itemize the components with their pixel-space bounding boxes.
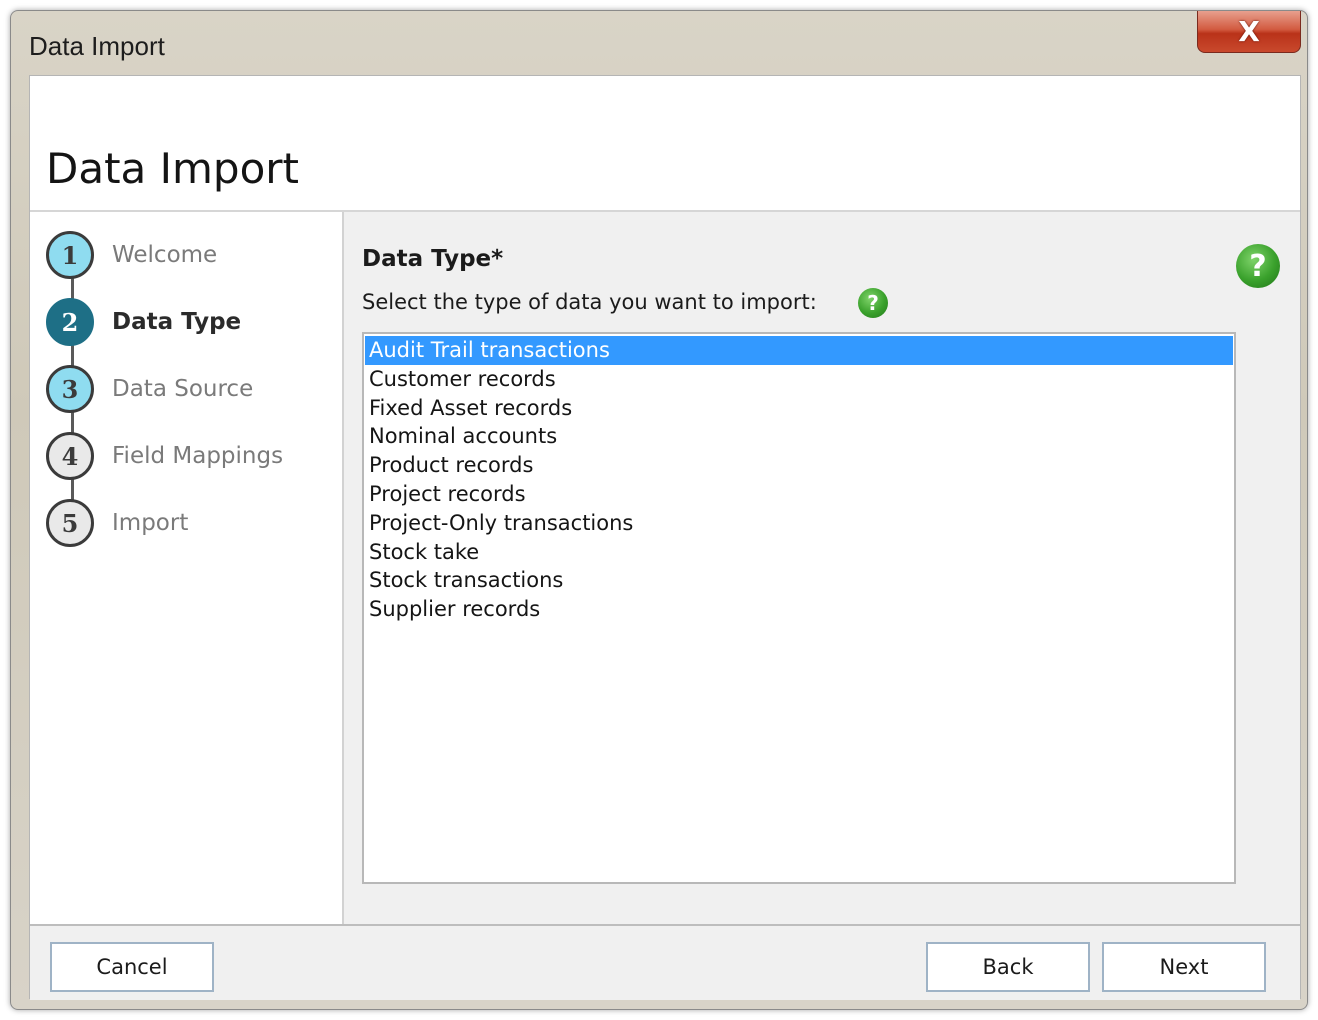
list-item[interactable]: Fixed Asset records	[365, 394, 1233, 423]
data-type-listbox[interactable]: Audit Trail transactions Customer records…	[362, 332, 1236, 884]
data-type-description: Select the type of data you want to impo…	[362, 290, 817, 314]
wizard-footer: Cancel Back Next	[30, 924, 1300, 1000]
step-label: Data Type	[112, 309, 242, 335]
list-item[interactable]: Stock take	[365, 538, 1233, 567]
step-number-badge: 2	[46, 298, 94, 346]
step-number-badge: 3	[46, 365, 94, 413]
page-help-icon[interactable]: ?	[1236, 244, 1280, 288]
data-import-window: Data Import X Data Import 1 Welcome 2 Da…	[10, 10, 1308, 1010]
step-label: Data Source	[112, 376, 254, 402]
list-item[interactable]: Stock transactions	[365, 566, 1233, 595]
page-title: Data Import	[46, 144, 300, 193]
back-button[interactable]: Back	[926, 942, 1090, 992]
wizard-header: Data Import	[30, 76, 1300, 212]
title-bar[interactable]: Data Import X	[11, 11, 1307, 77]
list-item[interactable]: Project-Only transactions	[365, 509, 1233, 538]
close-icon: X	[1238, 14, 1260, 48]
wizard-steps: 1 Welcome 2 Data Type 3 Data Source 4 Fi…	[30, 212, 344, 924]
list-item[interactable]: Customer records	[365, 365, 1233, 394]
step-label: Welcome	[112, 242, 218, 268]
step-data-source[interactable]: 3 Data Source	[46, 362, 336, 416]
data-type-panel: Data Type* Select the type of data you w…	[344, 212, 1300, 924]
list-item[interactable]: Nominal accounts	[365, 422, 1233, 451]
step-welcome[interactable]: 1 Welcome	[46, 228, 336, 282]
step-label: Import	[112, 510, 189, 536]
step-number-badge: 4	[46, 432, 94, 480]
step-number-badge: 5	[46, 499, 94, 547]
list-item[interactable]: Audit Trail transactions	[365, 336, 1233, 365]
list-item[interactable]: Product records	[365, 451, 1233, 480]
list-item[interactable]: Supplier records	[365, 595, 1233, 624]
next-button[interactable]: Next	[1102, 942, 1266, 992]
step-label: Field Mappings	[112, 443, 284, 469]
step-field-mappings[interactable]: 4 Field Mappings	[46, 429, 336, 483]
step-number-badge: 1	[46, 231, 94, 279]
data-type-heading: Data Type*	[362, 246, 504, 272]
wizard-client-area: Data Import 1 Welcome 2 Data Type 3 Data…	[29, 75, 1301, 1000]
cancel-button[interactable]: Cancel	[50, 942, 214, 992]
close-button[interactable]: X	[1197, 11, 1301, 53]
window-title: Data Import	[29, 31, 165, 61]
step-data-type[interactable]: 2 Data Type	[46, 295, 336, 349]
list-item[interactable]: Project records	[365, 480, 1233, 509]
field-help-icon[interactable]: ?	[858, 288, 888, 318]
step-import[interactable]: 5 Import	[46, 496, 336, 550]
